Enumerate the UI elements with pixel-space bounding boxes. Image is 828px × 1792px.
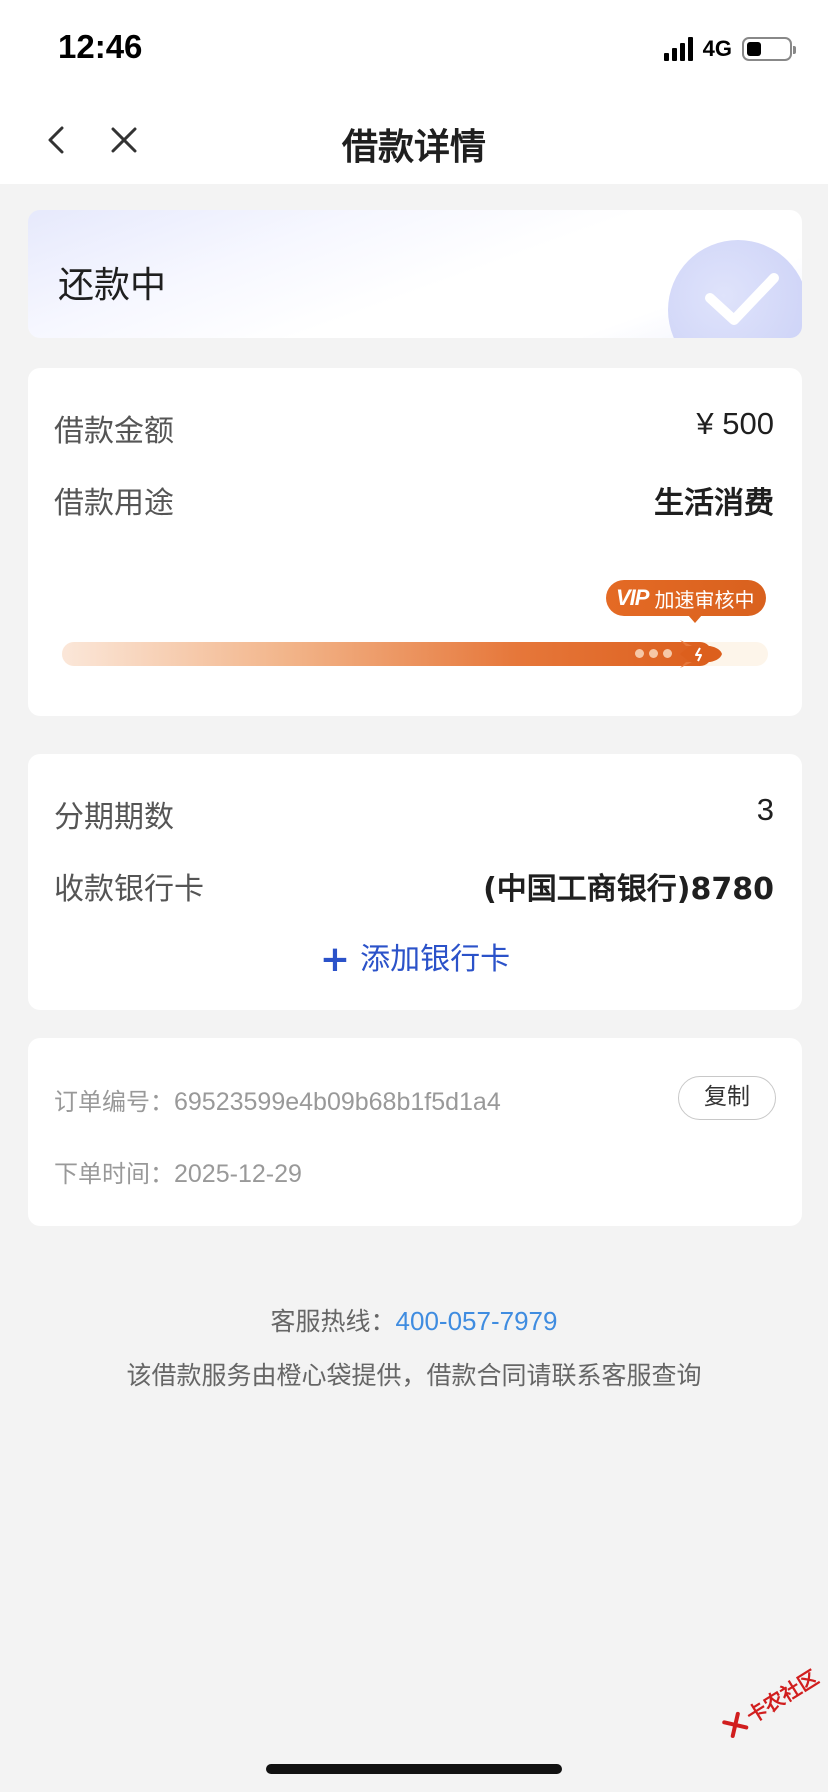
installments-label: 分期期数: [54, 800, 174, 835]
installments-value: 3: [756, 792, 774, 827]
hotline-label: 客服热线：: [270, 1307, 396, 1336]
order-number-value: 69523599e4b09b68b1f5d1a4: [174, 1088, 501, 1116]
service-notice: 该借款服务由橙心袋提供，借款合同请联系客服查询: [126, 1361, 702, 1390]
order-time-row: 下单时间：2025-12-29: [54, 1154, 302, 1189]
add-bank-card-label: 添加银行卡: [360, 942, 511, 977]
vip-mark: VIP: [616, 585, 649, 610]
order-time-value: 2025-12-29: [174, 1160, 302, 1188]
rocket-icon: [679, 640, 722, 668]
loan-amount-row: 借款金额 ¥ 500: [54, 406, 774, 450]
status-time: 12:46: [58, 28, 143, 65]
home-indicator[interactable]: [266, 1764, 562, 1774]
bank-card-row: 收款银行卡 (中国工商银行)8780: [54, 864, 774, 908]
progress-trail-dots: [634, 649, 672, 658]
loan-purpose-label: 借款用途: [54, 486, 174, 521]
status-bar: 12:46 4G: [0, 0, 828, 96]
community-watermark: 卡农社区: [718, 1662, 823, 1743]
installments-row: 分期期数 3: [54, 792, 774, 836]
order-time-label: 下单时间：: [54, 1160, 174, 1188]
loan-status-card: 还款中: [28, 210, 802, 338]
vip-review-badge: VIP 加速审核中: [606, 580, 767, 623]
repayment-info-card: 分期期数 3 收款银行卡 (中国工商银行)8780 + 添加银行卡: [28, 754, 802, 1010]
plus-icon: +: [319, 939, 351, 980]
check-icon: [705, 273, 779, 325]
status-indicators: 4G: [663, 36, 796, 62]
review-progress-fill: [62, 640, 722, 668]
loan-purpose-value: 生活消费: [654, 486, 774, 521]
loan-amount-label: 借款金额: [54, 414, 174, 449]
signal-icon: [663, 37, 693, 61]
network-type: 4G: [702, 36, 732, 61]
battery-cap: [793, 46, 796, 54]
order-info-card: 订单编号：69523599e4b09b68b1f5d1a4 复制 下单时间：20…: [28, 1038, 802, 1226]
loan-purpose-row: 借款用途 生活消费: [54, 478, 774, 522]
loan-amount-value: ¥ 500: [696, 406, 774, 441]
copy-order-button[interactable]: 复制: [678, 1076, 776, 1120]
bank-card-value: (中国工商银行)8780: [483, 872, 774, 907]
vip-review-text: 加速审核中: [654, 587, 755, 612]
vip-badge-pointer: [688, 615, 702, 623]
hotline-line: 客服热线：400-057-7979: [0, 1302, 828, 1338]
footer: 客服热线：400-057-7979 该借款服务由橙心袋提供，借款合同请联系客服查…: [0, 1302, 828, 1392]
order-number-label: 订单编号：: [54, 1088, 174, 1116]
loan-status-text: 还款中: [58, 265, 167, 306]
review-progress-track: [62, 640, 768, 668]
page-title: 借款详情: [341, 127, 486, 168]
battery-icon: [742, 37, 796, 61]
add-bank-card-button[interactable]: + 添加银行卡: [28, 934, 802, 980]
loan-info-card: 借款金额 ¥ 500 借款用途 生活消费 VIP 加速审核中: [28, 368, 802, 716]
nav-bar: 借款详情: [0, 96, 828, 184]
watermark-text: 卡农社区: [742, 1665, 823, 1728]
battery-level: [747, 42, 761, 56]
hotline-number-link[interactable]: 400-057-7979: [396, 1306, 558, 1336]
bank-card-label: 收款银行卡: [54, 872, 204, 907]
order-number-row: 订单编号：69523599e4b09b68b1f5d1a4: [54, 1082, 501, 1117]
